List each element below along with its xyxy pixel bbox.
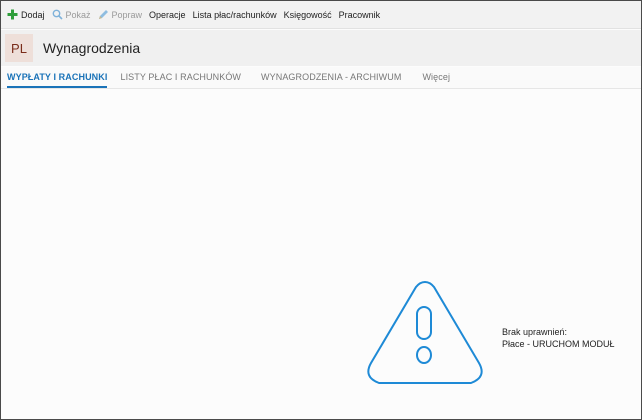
permission-message-title: Brak uprawnień: xyxy=(502,327,568,337)
toolbar: Dodaj Pokaż Popraw Operacje Lista płac/r… xyxy=(1,1,641,29)
plus-icon xyxy=(7,9,18,20)
permission-message-module: Płace - URUCHOM MODUŁ xyxy=(502,339,615,349)
show-button[interactable]: Pokaż xyxy=(52,9,91,20)
tab-payroll-lists[interactable]: LISTY PŁAC I RACHUNKÓW xyxy=(120,66,241,88)
add-button-label: Dodaj xyxy=(21,9,45,20)
edit-button-label: Popraw xyxy=(111,9,143,20)
module-header: PL Wynagrodzenia xyxy=(1,30,641,66)
tab-more[interactable]: Więcej xyxy=(422,66,450,88)
payroll-list-menu[interactable]: Lista płac/rachunków xyxy=(193,10,277,20)
add-button[interactable]: Dodaj xyxy=(7,9,45,20)
permission-message: Brak uprawnień: Płace - URUCHOM MODUŁ xyxy=(502,326,615,350)
operations-menu[interactable]: Operacje xyxy=(149,10,186,20)
app-window: Dodaj Pokaż Popraw Operacje Lista płac/r… xyxy=(0,0,642,420)
magnifier-icon xyxy=(52,9,63,20)
pencil-icon xyxy=(98,9,109,20)
tab-payments-and-bills[interactable]: WYPŁATY I RACHUNKI xyxy=(7,66,108,88)
tab-bar: WYPŁATY I RACHUNKI LISTY PŁAC I RACHUNKÓ… xyxy=(1,67,641,89)
employee-menu-label: Pracownik xyxy=(338,9,381,20)
operations-menu-label: Operacje xyxy=(149,9,186,20)
accounting-menu-label: Księgowość xyxy=(283,9,332,20)
payroll-list-menu-label: Lista płac/rachunków xyxy=(192,9,277,20)
employee-menu[interactable]: Pracownik xyxy=(339,10,381,20)
main-content: Brak uprawnień: Płace - URUCHOM MODUŁ xyxy=(1,90,641,419)
warning-icon xyxy=(363,277,487,391)
show-button-label: Pokaż xyxy=(65,9,91,20)
accounting-menu[interactable]: Księgowość xyxy=(284,10,332,20)
edit-button[interactable]: Popraw xyxy=(98,9,143,20)
module-badge: PL xyxy=(5,34,33,62)
page-title: Wynagrodzenia xyxy=(43,40,141,56)
tab-salary-archive[interactable]: WYNAGRODZENIA - ARCHIWUM xyxy=(261,66,401,88)
